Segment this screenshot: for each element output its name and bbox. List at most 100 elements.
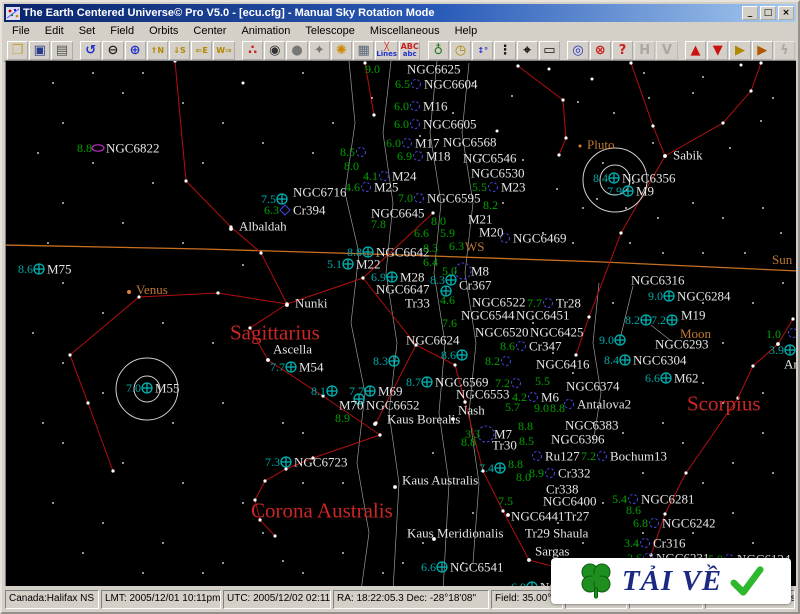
zoom-step-up-button[interactable]: ▲ — [685, 41, 706, 60]
menu-center[interactable]: Center — [193, 25, 226, 37]
sky-object-label[interactable]: NGC6604 — [424, 78, 477, 91]
star-name-label[interactable]: Albaldah — [239, 220, 287, 233]
stars-toggle-button[interactable]: ∴ — [242, 41, 263, 60]
sky-object-label[interactable]: M75 — [47, 263, 72, 276]
sky-object-label[interactable]: Antalova2 — [577, 398, 631, 411]
sky-object-label[interactable]: NGC6544 — [461, 309, 514, 322]
find-object-button[interactable]: ⌖ — [517, 41, 538, 60]
sky-object-label[interactable]: Bochum13 — [610, 450, 667, 463]
sky-object-label[interactable]: NGC6242 — [662, 517, 715, 530]
menu-telescope[interactable]: Telescope — [305, 25, 355, 37]
minimize-button[interactable]: _ — [742, 6, 758, 20]
save-file-button[interactable]: ▣ — [29, 41, 50, 60]
menu-orbits[interactable]: Orbits — [149, 25, 178, 37]
zoom-out-button[interactable]: ⊖ — [102, 41, 123, 60]
sky-object-label[interactable]: NGC6396 — [551, 433, 604, 446]
field-circle-off-button[interactable]: ⊗ — [590, 41, 611, 60]
sun-label[interactable]: Sun — [772, 252, 792, 268]
sky-object-label[interactable]: NGC6284 — [677, 290, 730, 303]
sky-chart[interactable]: NGC66046.5M166.0NGC66056.0M176.0M186.9M2… — [5, 60, 796, 591]
sky-object-label[interactable]: M8 — [471, 265, 489, 278]
download-watermark[interactable]: TẢI VỀ — [551, 558, 791, 604]
sky-object-label[interactable]: Ru127 — [545, 450, 580, 463]
maximize-button[interactable]: □ — [760, 6, 776, 20]
star-name-label[interactable]: Sabik — [673, 149, 703, 162]
comet-toggle-button[interactable]: ✦ — [309, 41, 330, 60]
sky-object-label[interactable]: NGC6541 — [450, 561, 503, 574]
sky-object-label[interactable]: M70 — [339, 399, 364, 412]
sky-object-label[interactable]: NGC6595 — [427, 192, 480, 205]
sky-object-label[interactable]: M55 — [155, 382, 180, 395]
menu-set[interactable]: Set — [79, 25, 96, 37]
sky-object-label[interactable]: Cr394 — [293, 204, 326, 217]
star-name-label[interactable]: Kaus Borealis — [387, 413, 460, 426]
sun-toggle-button[interactable]: ✺ — [331, 41, 352, 60]
menu-field[interactable]: Field — [110, 25, 134, 37]
star-name-label[interactable]: Kaus Meridionalis — [407, 527, 503, 540]
sky-object-label[interactable]: NGC6568 — [443, 136, 496, 149]
sky-object-label[interactable]: NGC6530 — [471, 167, 524, 180]
pan-east-button[interactable]: ⇐E — [191, 41, 212, 60]
star-name-label[interactable]: Tr29 Shaula — [525, 527, 588, 540]
sky-object-label[interactable]: NGC6647 — [376, 283, 429, 296]
sky-object-label[interactable]: Tr33 — [405, 297, 430, 310]
sky-object-label[interactable]: NGC6451 — [516, 309, 569, 322]
galaxy-toggle-button[interactable]: ◉ — [264, 41, 285, 60]
sky-object-label[interactable]: Cr316 — [653, 537, 686, 550]
sky-object-label[interactable]: NGC6716 — [293, 186, 346, 199]
title-bar[interactable]: The Earth Centered Universe© Pro V5.0 - … — [4, 4, 796, 22]
sky-object-label[interactable]: NGC6652 — [366, 399, 419, 412]
sky-object-label[interactable]: NGC6469 — [513, 232, 566, 245]
pan-south-button[interactable]: ⇓S — [169, 41, 190, 60]
display-options-button[interactable]: ▭ — [539, 41, 560, 60]
sky-object-label[interactable]: NGC6642 — [376, 246, 429, 259]
star-name-label[interactable]: Kaus Australis — [402, 474, 478, 487]
sky-object-label[interactable]: NGC6822 — [106, 142, 159, 155]
sky-object-label[interactable]: M18 — [426, 150, 451, 163]
planet-toggle-button[interactable]: ● — [286, 41, 307, 60]
sky-object-label[interactable]: M16 — [423, 100, 448, 113]
redraw-button[interactable]: ↺ — [80, 41, 101, 60]
sky-object-label[interactable]: NGC6316 — [631, 274, 684, 287]
menu-help[interactable]: Help — [455, 25, 478, 37]
grid-toggle-button[interactable]: ▦ — [353, 41, 374, 60]
close-button[interactable]: × — [778, 6, 794, 20]
sky-object-label[interactable]: NGC6383 — [565, 419, 618, 432]
sky-object-label[interactable]: M19 — [681, 309, 706, 322]
star-name-label[interactable]: Antares — [784, 358, 796, 371]
sky-object-label[interactable]: NGC6625 — [407, 63, 460, 76]
magnitude-limits-button[interactable]: ⋮ — [494, 41, 515, 60]
menu-animation[interactable]: Animation — [241, 25, 290, 37]
open-file-button[interactable]: ❒ — [7, 41, 28, 60]
pan-north-button[interactable]: ⇑N — [147, 41, 168, 60]
earth-button[interactable]: ♁ — [428, 41, 449, 60]
pluto-label[interactable]: Pluto — [587, 137, 614, 153]
sky-object-label[interactable]: NGC6546 — [463, 152, 516, 165]
menu-miscellaneous[interactable]: Miscellaneous — [370, 25, 440, 37]
sky-object-label[interactable]: NGC6425 — [530, 326, 583, 339]
sky-object-label[interactable]: M62 — [674, 372, 699, 385]
ws-label[interactable]: WS — [465, 239, 485, 255]
lines-toggle-button[interactable]: ╳Lines — [375, 41, 398, 60]
sky-object-label[interactable]: Cr347 — [529, 340, 562, 353]
sky-object-label[interactable]: NGC6416 — [536, 358, 589, 371]
time-button[interactable]: ◷ — [450, 41, 471, 60]
star-name-label[interactable]: Sargas — [535, 545, 569, 558]
sky-object-label[interactable]: M25 — [374, 181, 399, 194]
sky-object-label[interactable]: NGC6723 — [294, 456, 347, 469]
field-circle-button[interactable]: ◎ — [567, 41, 588, 60]
menu-file[interactable]: File — [12, 25, 30, 37]
sky-object-label[interactable]: NGC6304 — [633, 354, 686, 367]
print-button[interactable]: ▤ — [51, 41, 72, 60]
sky-object-label[interactable]: NGC6553 — [456, 388, 509, 401]
pan-west-button[interactable]: W⇒ — [213, 41, 234, 60]
sky-object-label[interactable]: M23 — [501, 181, 526, 194]
sky-object-label[interactable]: NGC6605 — [423, 118, 476, 131]
sky-object-label[interactable]: M69 — [378, 385, 403, 398]
star-name-label[interactable]: Nunki — [295, 297, 328, 310]
moon-label[interactable]: Moon — [680, 326, 711, 342]
venus-label[interactable]: Venus — [136, 282, 168, 298]
sky-object-label[interactable]: NGC6520 — [475, 326, 528, 339]
animate-forward-button[interactable]: ▶ — [729, 41, 750, 60]
sky-object-label[interactable]: M54 — [299, 361, 324, 374]
